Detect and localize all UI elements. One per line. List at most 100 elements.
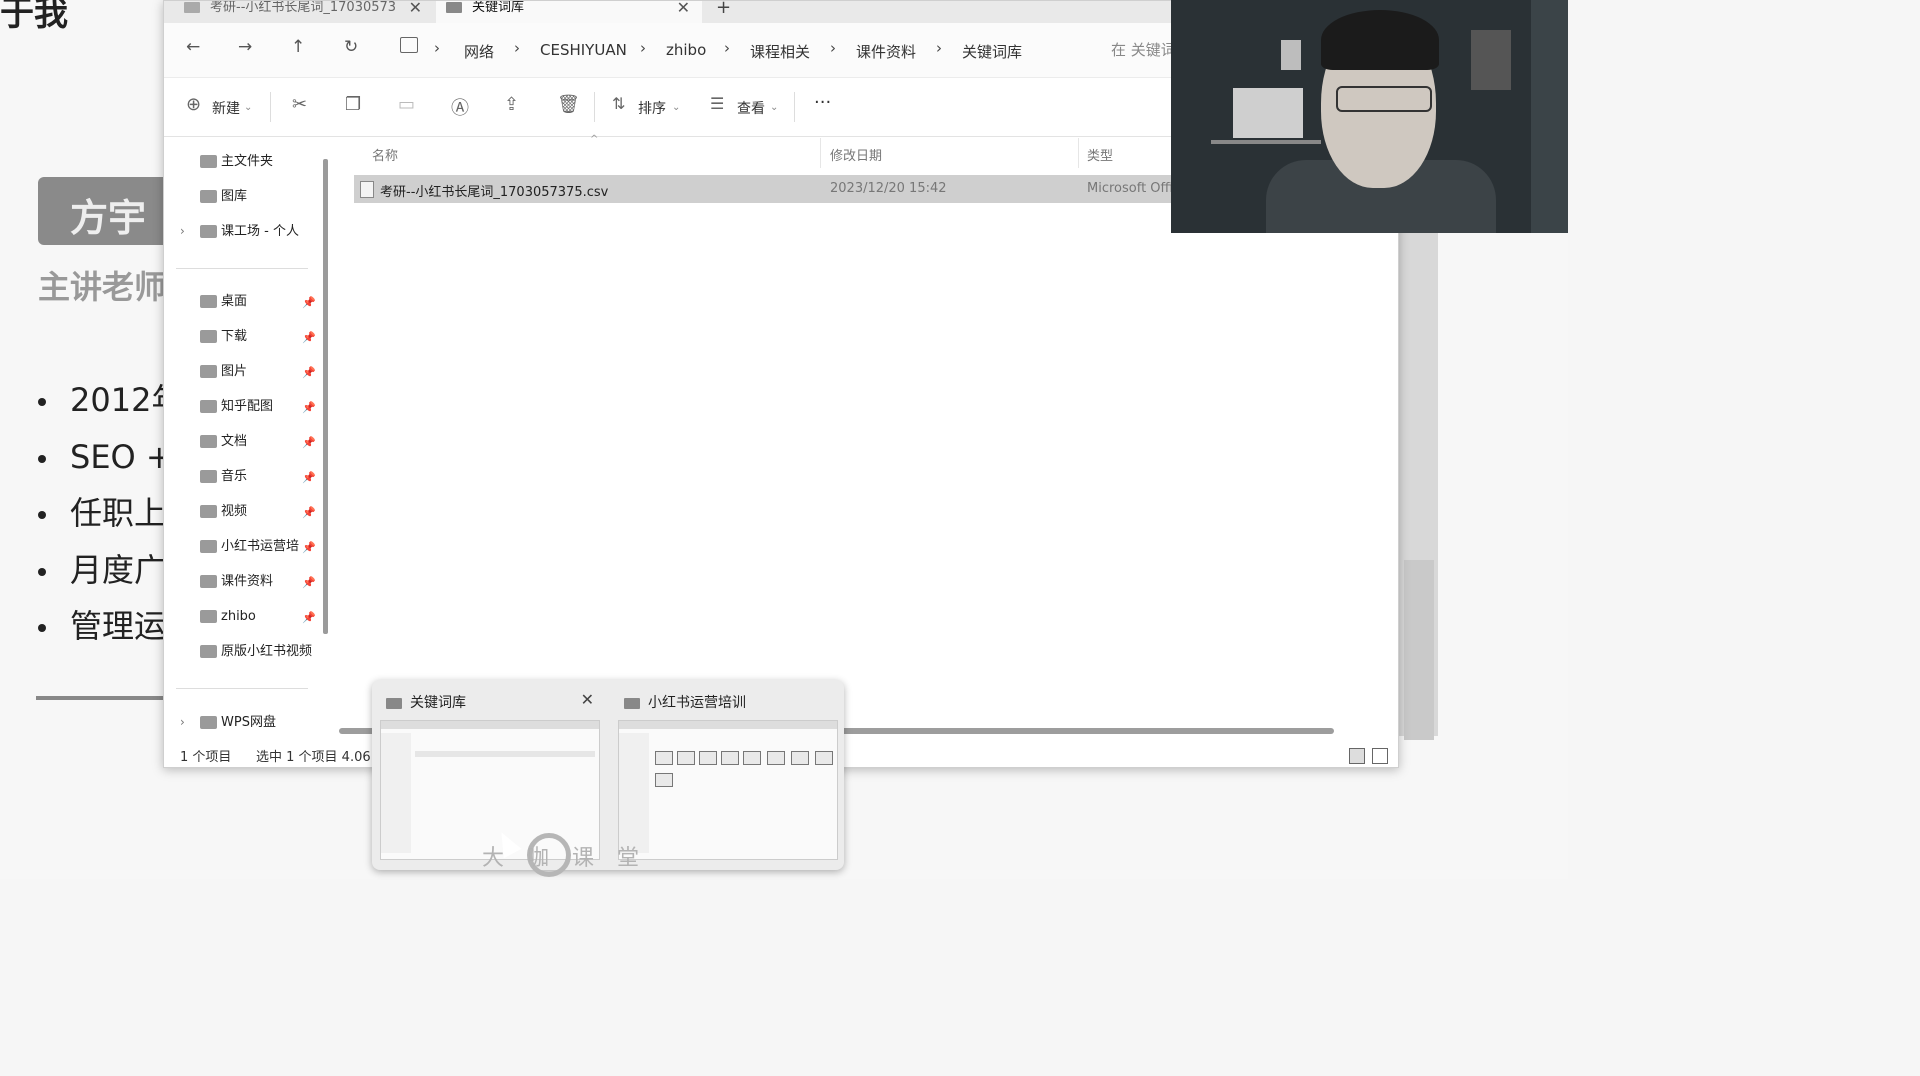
breadcrumb-item[interactable]: CESHIYUAN: [540, 41, 627, 59]
close-icon[interactable]: ✕: [409, 1, 422, 23]
pin-icon: 📌: [302, 576, 316, 589]
sort-ascending-icon: ^: [590, 134, 599, 145]
pin-icon: 📌: [302, 471, 316, 484]
sidebar-item-pictures[interactable]: 图片: [200, 360, 247, 384]
cloud-icon: [200, 225, 217, 238]
column-header-modified[interactable]: 修改日期: [830, 145, 882, 164]
forward-button[interactable]: →: [238, 37, 252, 57]
breadcrumb: › 网络 › CESHIYUAN › zhibo › 课程相关 › 课件资料 ›…: [386, 31, 1086, 69]
file-type: Microsoft Offi: [1087, 181, 1174, 196]
folder-icon: [200, 540, 217, 553]
more-options-button[interactable]: ···: [814, 92, 831, 113]
bullet-item: 月度广: [38, 542, 183, 599]
slide-subtitle: 主讲老师: [38, 268, 167, 306]
preview-window-keywords[interactable]: 关键词库 ✕: [376, 688, 602, 877]
tab-keywords[interactable]: 关键词库 ✕: [436, 1, 702, 23]
chevron-down-icon: ⌄: [244, 102, 253, 113]
preview-thumbnail: [618, 720, 838, 860]
new-button[interactable]: 新建: [212, 98, 240, 118]
sidebar-item-cloud[interactable]: 课工场 - 个人: [200, 220, 299, 244]
share-icon[interactable]: ⇪: [504, 94, 519, 115]
view-button[interactable]: 查看: [737, 98, 765, 118]
sidebar-item-documents[interactable]: 文档: [200, 430, 247, 454]
sidebar-item-desktop[interactable]: 桌面: [200, 290, 247, 314]
new-tab-button[interactable]: +: [716, 1, 731, 23]
folder-icon: [624, 697, 640, 709]
pin-icon: 📌: [302, 611, 316, 624]
tiles-view-icon[interactable]: [1372, 748, 1388, 764]
folder-icon: [386, 697, 402, 709]
this-pc-icon[interactable]: [400, 37, 418, 53]
item-count: 1 个项目: [180, 750, 232, 765]
chevron-right-icon: ›: [724, 39, 730, 57]
bullet-item: 任职上: [38, 485, 183, 542]
download-icon: [200, 330, 217, 343]
folder-icon: [200, 610, 217, 623]
copy-icon[interactable]: ❐: [345, 94, 361, 115]
music-icon: [200, 470, 217, 483]
breadcrumb-item[interactable]: 关键词库: [962, 41, 1022, 62]
gallery-icon: [200, 190, 217, 203]
folder-icon: [200, 575, 217, 588]
breadcrumb-item[interactable]: zhibo: [666, 41, 706, 59]
folder-icon: [184, 2, 200, 13]
sidebar-item-wps[interactable]: WPS网盘: [200, 711, 276, 735]
chevron-right-icon: ›: [936, 39, 942, 57]
sidebar-item-zhihu[interactable]: 知乎配图: [200, 395, 273, 419]
details-view-icon[interactable]: [1349, 748, 1365, 764]
chevron-right-icon[interactable]: ›: [180, 224, 185, 238]
up-button[interactable]: ↑: [291, 37, 305, 57]
pin-icon: 📌: [302, 366, 316, 379]
sidebar-item-downloads[interactable]: 下载: [200, 325, 247, 349]
person-hair: [1321, 10, 1439, 70]
sidebar-item-zhibo[interactable]: zhibo: [200, 605, 256, 629]
sidebar-item-gallery[interactable]: 图库: [200, 185, 247, 209]
preview-window-xhs[interactable]: 小红书运营培训: [614, 688, 840, 862]
sidebar-item-videos[interactable]: 视频: [200, 500, 247, 524]
cloud-icon: [200, 716, 217, 729]
pin-icon: 📌: [302, 331, 316, 344]
sidebar-item-home[interactable]: 主文件夹: [200, 150, 273, 174]
slide-decoration: [1404, 560, 1434, 740]
rename-icon[interactable]: Ⓐ: [451, 94, 469, 120]
column-header-name[interactable]: 名称: [372, 145, 398, 164]
delete-icon[interactable]: 🗑: [557, 94, 580, 115]
navigation-pane: 主文件夹 图库 › 课工场 - 个人 桌面 📌 下载 📌 图片 📌 知乎配图 📌…: [164, 138, 324, 738]
bullet-item: 管理运: [38, 598, 183, 655]
preview-thumbnail: [380, 720, 600, 877]
selection-info: 选中 1 个项目 4.06: [256, 750, 371, 765]
documents-icon: [200, 435, 217, 448]
slide-divider: [36, 696, 176, 700]
chevron-right-icon[interactable]: ›: [180, 715, 185, 729]
tab-csv[interactable]: 考研--小红书长尾词_17030573 ✕: [174, 1, 434, 23]
back-button[interactable]: ←: [186, 37, 200, 57]
sidebar-item-xhs-videos[interactable]: 原版小红书视频: [200, 640, 312, 664]
folder-icon: [446, 2, 462, 13]
folder-icon: [200, 400, 217, 413]
refresh-button[interactable]: ↻: [344, 37, 358, 57]
sidebar-item-music[interactable]: 音乐: [200, 465, 247, 489]
watermark: 大 咖 课 堂: [482, 846, 647, 871]
pictures-icon: [200, 365, 217, 378]
sidebar-item-xhs-training[interactable]: 小红书运营培: [200, 535, 299, 559]
column-header-type[interactable]: 类型: [1087, 145, 1113, 164]
breadcrumb-item[interactable]: 网络: [464, 41, 494, 62]
slide-bullets: 2012年 SEO + 任职上 月度广 管理运: [38, 372, 183, 655]
folder-icon: [200, 645, 217, 658]
sort-button[interactable]: 排序: [638, 98, 666, 118]
presenter-name: 方宇: [70, 196, 147, 240]
bullet-item: 2012年: [38, 372, 183, 429]
pin-icon: 📌: [302, 541, 316, 554]
bullet-item: SEO +: [38, 429, 183, 486]
webcam-overlay: [1171, 0, 1568, 233]
close-icon[interactable]: ✕: [677, 1, 690, 23]
breadcrumb-item[interactable]: 课件资料: [856, 41, 916, 62]
paste-icon[interactable]: ▭: [398, 94, 415, 115]
close-icon[interactable]: ✕: [581, 690, 594, 709]
sidebar-item-courseware[interactable]: 课件资料: [200, 570, 273, 594]
breadcrumb-item[interactable]: 课程相关: [750, 41, 810, 62]
chevron-down-icon: ⌄: [672, 102, 681, 113]
cut-icon[interactable]: ✂: [292, 94, 307, 115]
sidebar-scrollbar[interactable]: [323, 159, 328, 634]
home-icon: [200, 155, 217, 168]
